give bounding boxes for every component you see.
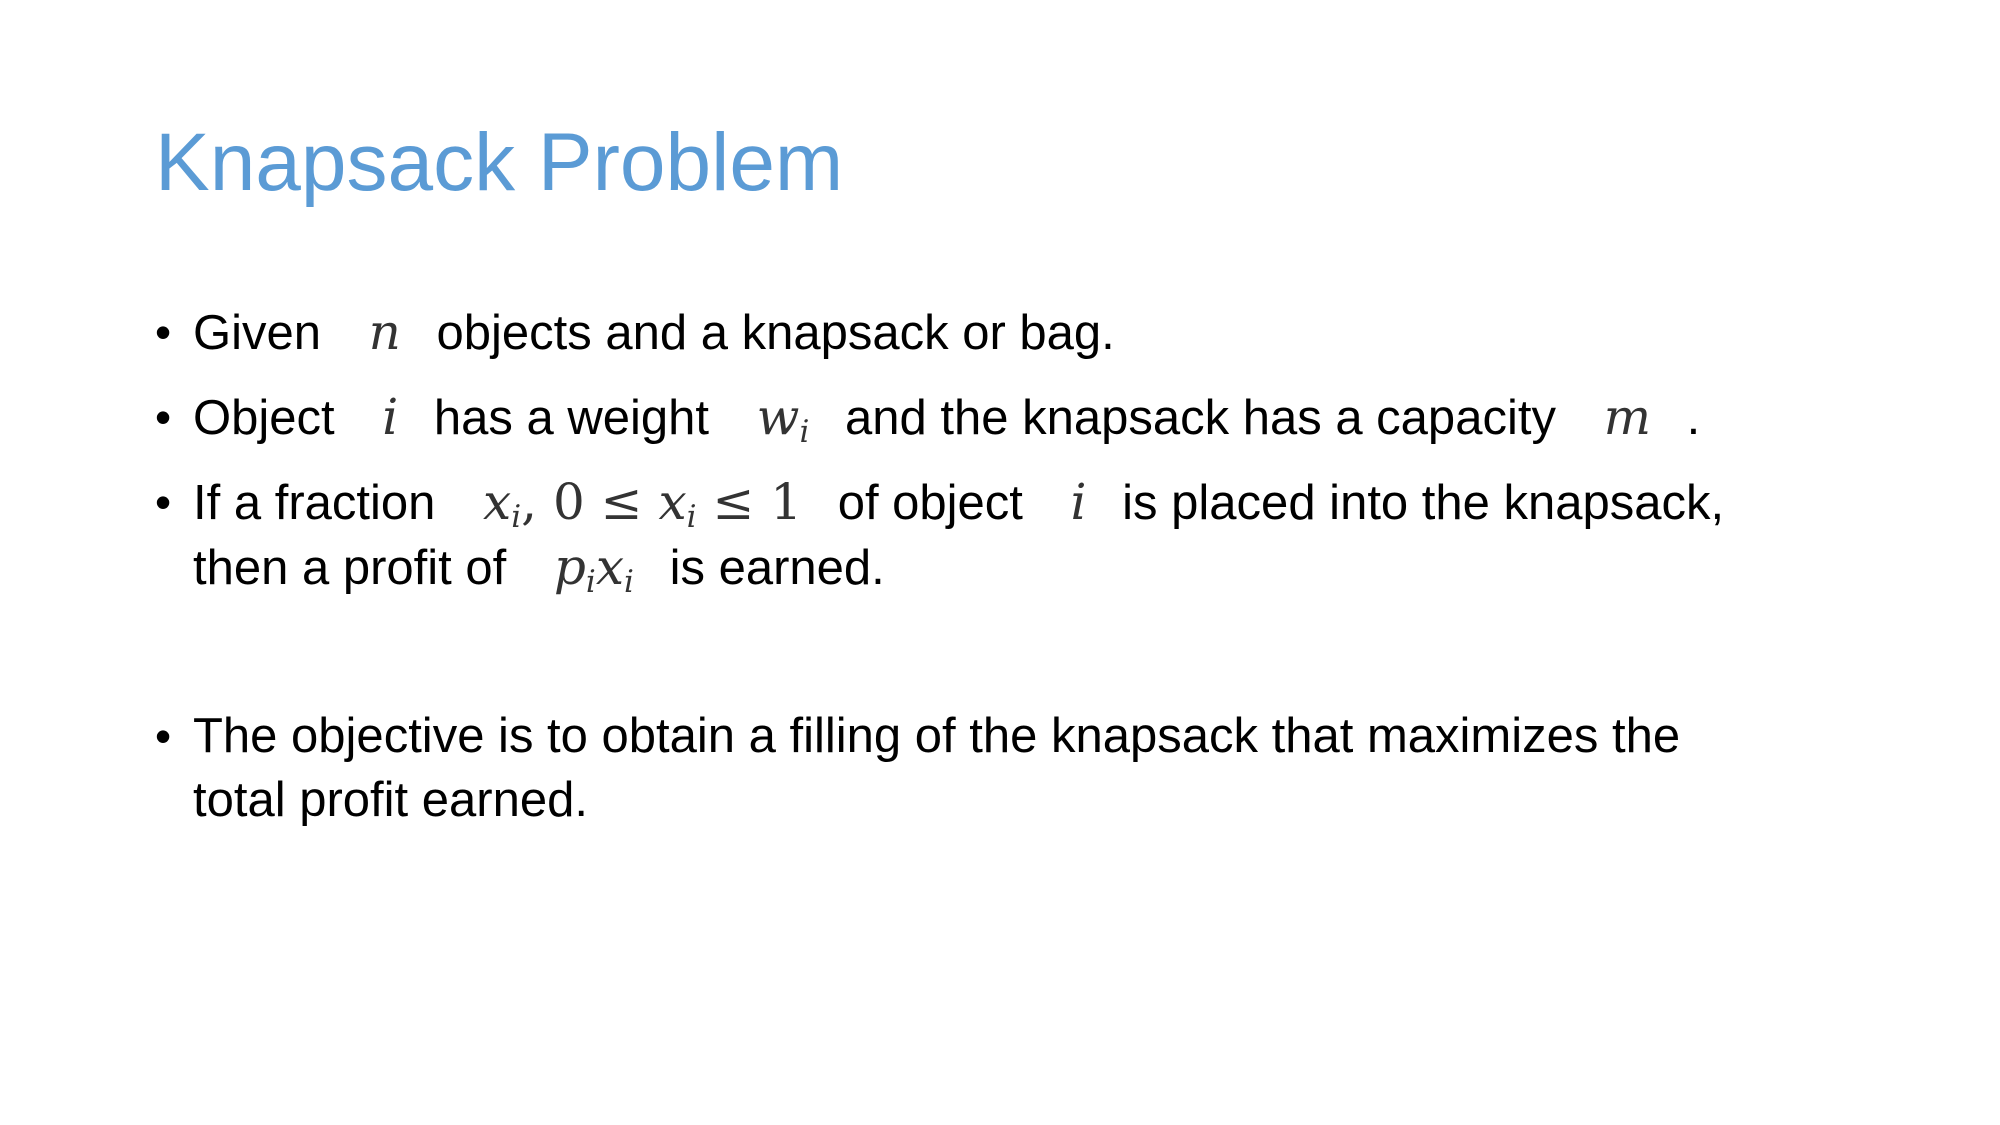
bullet-text: of object [837,476,1023,530]
bullet-text: is earned. [669,541,885,595]
math-variable-i: i [1070,473,1087,531]
bullet-text: If a fraction [193,476,436,530]
bullet-text: Given [193,306,322,360]
bullet-marker: • [155,476,172,528]
math-fraction-constraint: xi, 0 ≤ xi ≤ 1 [483,473,803,535]
bullet-text: is placed into the knapsack, [1122,476,1725,530]
math-capacity-m: m [1603,388,1651,446]
math-variable-i: i [382,388,399,446]
bullet-text: Object [193,391,335,445]
bullet-item-objective: • The objective is to obtain a filling o… [155,704,1875,832]
bullet-item-objects: • Given n objects and a knapsack or bag. [155,300,1875,365]
bullet-continuation-line: then a profit of pixi is earned. [193,535,1875,600]
bullet-marker: • [155,710,172,762]
bullet-text: The objective is to obtain a filling of … [193,709,1681,763]
bullet-text: objects and a knapsack or bag. [436,306,1115,360]
bullet-text: . [1686,391,1701,445]
bullet-text: and the knapsack has a capacity [844,391,1556,445]
bullet-list: • Given n objects and a knapsack or bag.… [155,300,1875,832]
bullet-marker: • [155,306,172,358]
slide-title: Knapsack Problem [155,117,844,208]
bullet-text: then a profit of [193,541,507,595]
bullet-item-weight: • Object i has a weight wi and the knaps… [155,385,1875,450]
bullet-text: has a weight [433,391,709,445]
math-variable-n: n [368,303,401,361]
slide: Knapsack Problem • Given n objects and a… [0,0,2000,1125]
bullet-item-fraction: • If a fraction xi, 0 ≤ xi ≤ 1 of object… [155,470,1875,600]
math-weight-wi: wi [756,388,810,450]
math-profit-pixi: pixi [553,538,634,600]
bullet-continuation-line: total profit earned. [193,773,588,827]
bullet-marker: • [155,391,172,443]
